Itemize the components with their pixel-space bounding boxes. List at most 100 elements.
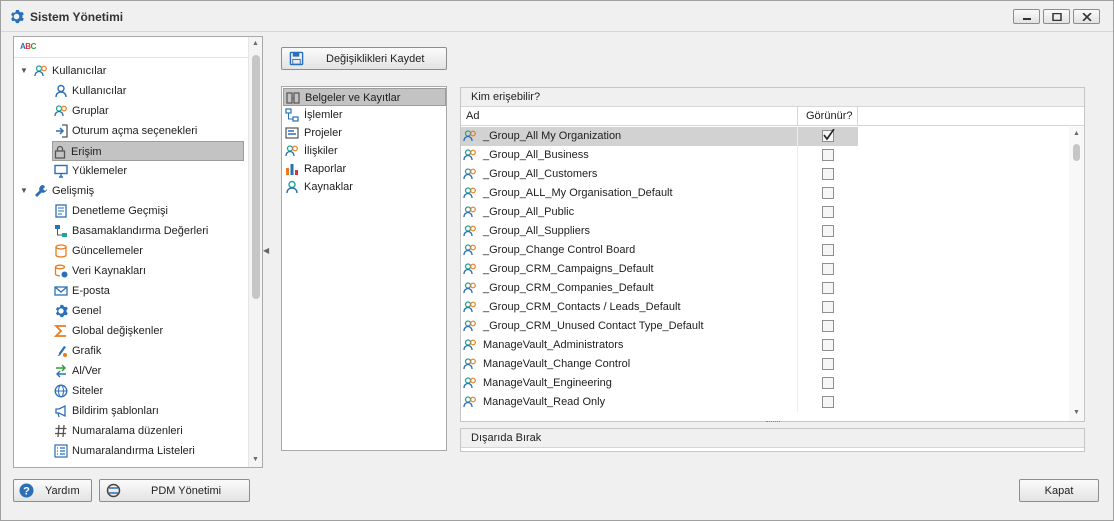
email-icon bbox=[54, 284, 68, 298]
close-window-button[interactable] bbox=[1073, 9, 1100, 24]
table-row[interactable]: ManageVault_Change Control bbox=[461, 355, 858, 374]
expand-toggle-icon[interactable]: ▼ bbox=[20, 181, 30, 201]
tree-item[interactable]: Global değişkenler bbox=[18, 321, 244, 341]
table-row[interactable]: _Group_All_Customers bbox=[461, 165, 858, 184]
admin-tree[interactable]: ABC ▼ Kullanıcılar Kullanıcılar Gruplar Otur… bbox=[13, 36, 263, 468]
category-item[interactable]: İlişkiler bbox=[283, 142, 446, 160]
category-item[interactable]: İşlemler bbox=[283, 106, 446, 124]
tree-item[interactable]: ▼ Kullanıcılar bbox=[18, 61, 244, 81]
group-name-cell: _Group_CRM_Companies_Default bbox=[483, 282, 654, 294]
grid-scroll-down-icon[interactable]: ▼ bbox=[1073, 409, 1080, 416]
access-grid-header: Ad Görünür? bbox=[461, 107, 1084, 126]
tree-item[interactable]: Genel bbox=[18, 301, 244, 321]
category-label: Projeler bbox=[304, 127, 342, 139]
table-row[interactable]: _Group_CRM_Contacts / Leads_Default bbox=[461, 298, 858, 317]
table-row[interactable]: _Group_All_Suppliers bbox=[461, 222, 858, 241]
visible-checkbox[interactable] bbox=[822, 244, 834, 256]
visible-checkbox[interactable] bbox=[822, 187, 834, 199]
object-category-list[interactable]: Belgeler ve Kayıtlar İşlemler Projeler İliş… bbox=[281, 86, 447, 451]
category-item[interactable]: Projeler bbox=[283, 124, 446, 142]
tree-item[interactable]: Numaralama düzenleri bbox=[18, 421, 244, 441]
help-label: Yardım bbox=[45, 485, 80, 497]
tree-filter-box[interactable]: ABC bbox=[14, 37, 248, 58]
tree-item[interactable]: Al/Ver bbox=[18, 361, 244, 381]
group-icon bbox=[463, 129, 478, 144]
pdm-management-button[interactable]: PDM Yönetimi bbox=[99, 479, 250, 502]
wrench-icon bbox=[34, 184, 48, 198]
tree-item-label: Kullanıcılar bbox=[52, 65, 107, 77]
tree-item[interactable]: Numaralandırma Listeleri bbox=[18, 441, 244, 461]
group-icon bbox=[463, 243, 478, 258]
relations-icon bbox=[285, 144, 299, 158]
table-row[interactable]: _Group_ALL_My Organisation_Default bbox=[461, 184, 858, 203]
save-icon bbox=[289, 51, 304, 69]
tree-item-label: Yüklemeler bbox=[72, 165, 128, 177]
tree-scroll-thumb[interactable] bbox=[252, 55, 260, 299]
column-header-name[interactable]: Ad bbox=[466, 107, 479, 126]
tree-item[interactable]: Gruplar bbox=[18, 101, 244, 121]
transfer-icon bbox=[54, 364, 68, 378]
tree-item[interactable]: Kullanıcılar bbox=[18, 81, 244, 101]
save-changes-button[interactable]: Değişiklikleri Kaydet bbox=[281, 47, 447, 70]
table-row[interactable]: _Group_All_Business bbox=[461, 146, 858, 165]
table-row[interactable]: _Group_CRM_Campaigns_Default bbox=[461, 260, 858, 279]
tree-item[interactable]: Siteler bbox=[18, 381, 244, 401]
column-header-visible[interactable]: Görünür? bbox=[806, 107, 852, 126]
close-button[interactable]: Kapat bbox=[1019, 479, 1099, 502]
table-row[interactable]: ManageVault_Engineering bbox=[461, 374, 858, 393]
visible-checkbox[interactable] bbox=[822, 168, 834, 180]
tree-item[interactable]: Yüklemeler bbox=[18, 161, 244, 181]
category-item[interactable]: Kaynaklar bbox=[283, 178, 446, 196]
visible-checkbox[interactable] bbox=[822, 339, 834, 351]
grid-scroll-thumb[interactable] bbox=[1073, 144, 1080, 161]
tree-item-label: Kullanıcılar bbox=[72, 85, 127, 97]
tree-item[interactable]: Basamaklandırma Değerleri bbox=[18, 221, 244, 241]
projects-icon bbox=[285, 126, 299, 140]
maximize-button[interactable] bbox=[1043, 9, 1070, 24]
visible-checkbox[interactable] bbox=[822, 282, 834, 294]
tree-item[interactable]: E-posta bbox=[18, 281, 244, 301]
grid-scroll-up-icon[interactable]: ▲ bbox=[1073, 130, 1080, 137]
category-label: İlişkiler bbox=[304, 145, 338, 157]
table-row[interactable]: _Group_All My Organization bbox=[461, 127, 858, 146]
visible-checkbox[interactable] bbox=[822, 263, 834, 275]
tree-item[interactable]: Denetleme Geçmişi bbox=[18, 201, 244, 221]
resize-grip[interactable] bbox=[766, 421, 780, 423]
category-label: Kaynaklar bbox=[304, 181, 353, 193]
scroll-down-icon[interactable]: ▼ bbox=[252, 456, 259, 463]
minimize-button[interactable] bbox=[1013, 9, 1040, 24]
table-row[interactable]: ManageVault_Administrators bbox=[461, 336, 858, 355]
table-row[interactable]: _Group_Change Control Board bbox=[461, 241, 858, 260]
tree-item[interactable]: ▼ Gelişmiş bbox=[18, 181, 244, 201]
tree-item[interactable]: Oturum açma seçenekleri bbox=[18, 121, 244, 141]
scroll-up-icon[interactable]: ▲ bbox=[252, 40, 259, 47]
expand-toggle-icon[interactable]: ▼ bbox=[20, 61, 30, 81]
grid-scrollbar[interactable]: ▲ ▼ bbox=[1069, 127, 1084, 421]
table-row[interactable]: ManageVault_Read Only bbox=[461, 393, 858, 412]
table-row[interactable]: _Group_CRM_Companies_Default bbox=[461, 279, 858, 298]
tree-scrollbar[interactable]: ▲ ▼ bbox=[248, 37, 262, 467]
tree-item[interactable]: Erişim bbox=[52, 141, 244, 161]
visible-checkbox[interactable] bbox=[822, 377, 834, 389]
category-item[interactable]: Raporlar bbox=[283, 160, 446, 178]
help-button[interactable]: ? Yardım bbox=[13, 479, 92, 502]
visible-checkbox[interactable] bbox=[822, 149, 834, 161]
visible-checkbox[interactable] bbox=[822, 301, 834, 313]
visible-checkbox[interactable] bbox=[822, 396, 834, 408]
tree-item[interactable]: Veri Kaynakları bbox=[18, 261, 244, 281]
visible-checkbox[interactable] bbox=[822, 320, 834, 332]
tree-item[interactable]: Güncellemeler bbox=[18, 241, 244, 261]
visible-checkbox[interactable] bbox=[822, 225, 834, 237]
visible-checkbox[interactable] bbox=[822, 206, 834, 218]
tree-item[interactable]: Bildirim şablonları bbox=[18, 401, 244, 421]
group-icon bbox=[463, 167, 478, 182]
table-row[interactable]: _Group_CRM_Unused Contact Type_Default bbox=[461, 317, 858, 336]
category-item[interactable]: Belgeler ve Kayıtlar bbox=[283, 88, 446, 106]
table-row[interactable]: _Group_All_Public bbox=[461, 203, 858, 222]
splitter-collapse-icon[interactable]: ◀ bbox=[263, 246, 269, 255]
visible-checkbox[interactable] bbox=[822, 129, 835, 142]
tree-item-label: Gelişmiş bbox=[52, 185, 95, 197]
tree-item[interactable]: Grafik bbox=[18, 341, 244, 361]
tree-item-label: E-posta bbox=[72, 285, 110, 297]
visible-checkbox[interactable] bbox=[822, 358, 834, 370]
